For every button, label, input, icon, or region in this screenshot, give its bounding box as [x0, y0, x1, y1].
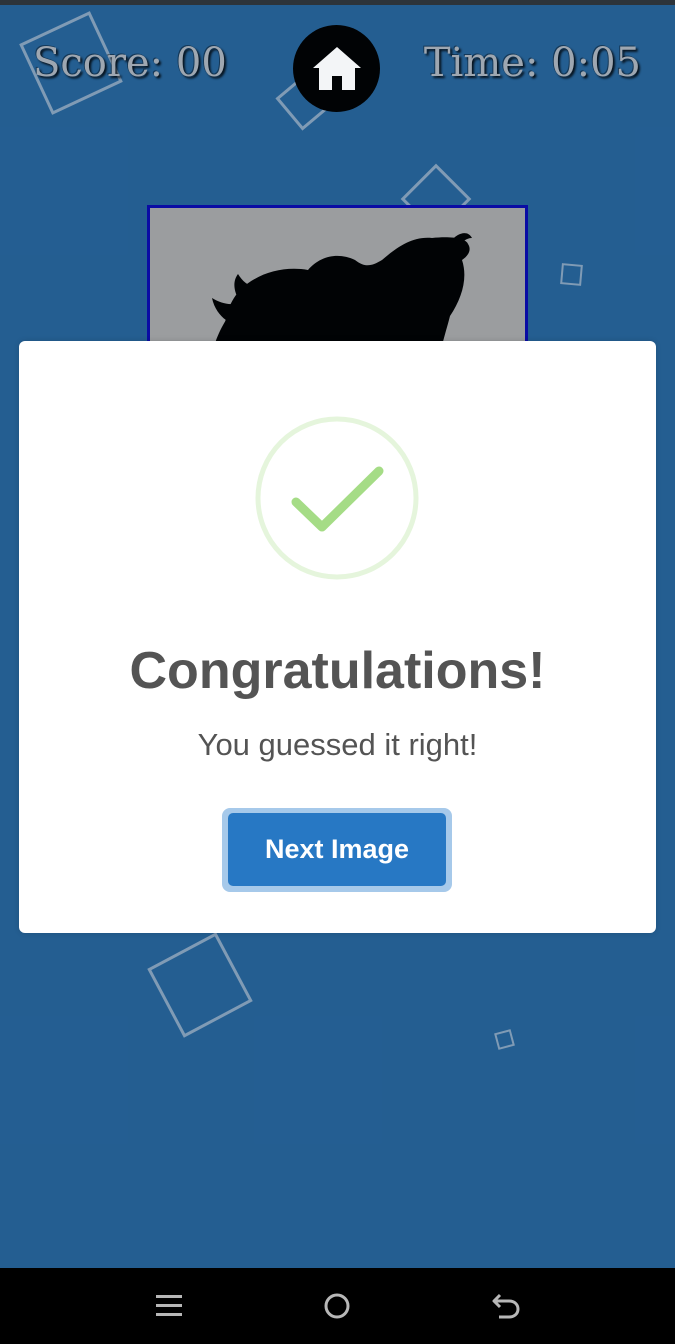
dialog-message: You guessed it right! — [197, 727, 478, 762]
check-circle-icon — [255, 416, 419, 580]
back-arrow-icon — [492, 1293, 520, 1319]
nav-back-button[interactable] — [486, 1288, 526, 1324]
success-dialog: Congratulations! You guessed it right! N… — [19, 341, 656, 933]
circle-home-icon — [324, 1293, 350, 1319]
dialog-title: Congratulations! — [129, 642, 546, 700]
next-button-focus-ring: Next Image — [222, 808, 452, 892]
game-screen: Score: 00 Time: 0:05 Congratulations! Yo… — [0, 0, 675, 1344]
next-image-button[interactable]: Next Image — [228, 813, 446, 886]
nav-recents-button[interactable] — [149, 1288, 189, 1324]
nav-home-button[interactable] — [317, 1288, 357, 1324]
menu-icon — [156, 1295, 182, 1316]
system-navigation-bar — [0, 1268, 675, 1344]
